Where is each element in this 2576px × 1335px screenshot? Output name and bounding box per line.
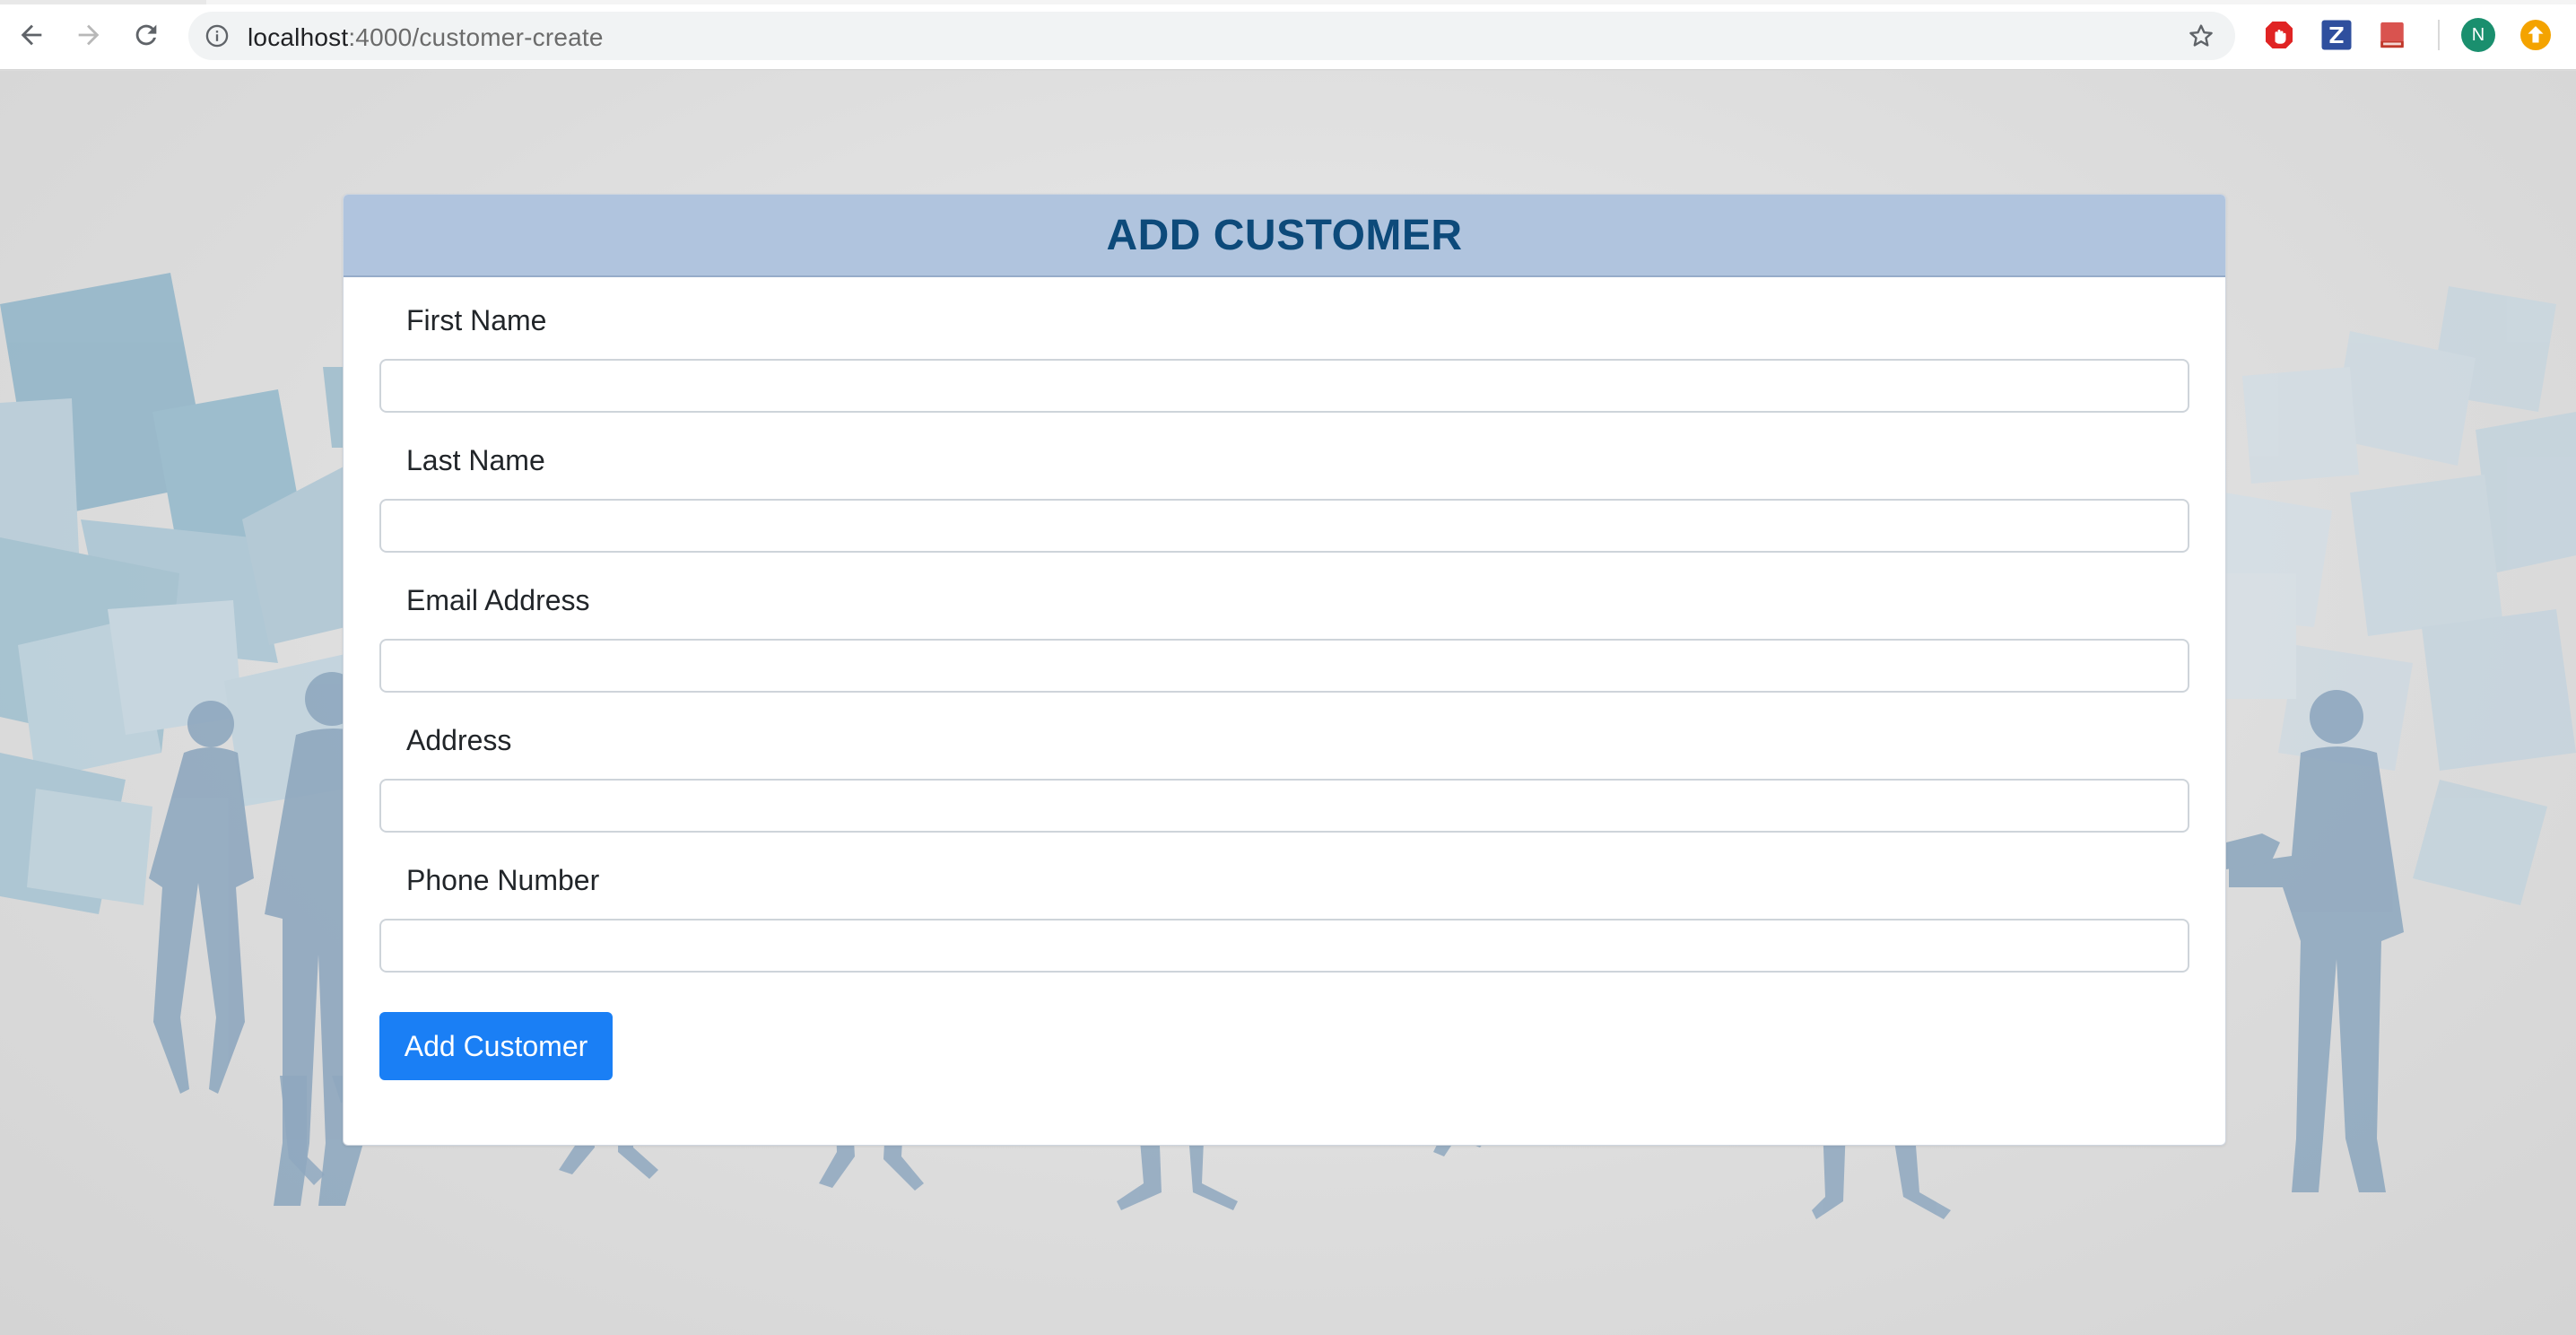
last-name-group: Last Name bbox=[379, 444, 2189, 553]
address-input[interactable] bbox=[379, 779, 2189, 833]
add-customer-card: ADD CUSTOMER First Name Last Name Email … bbox=[343, 194, 2226, 1146]
profile-initial: N bbox=[2471, 24, 2485, 45]
arrow-right-icon bbox=[78, 24, 100, 46]
add-customer-button[interactable]: Add Customer bbox=[379, 1012, 613, 1080]
last-name-input[interactable] bbox=[379, 499, 2189, 553]
page-background: ADD CUSTOMER First Name Last Name Email … bbox=[0, 71, 2576, 1335]
last-name-label: Last Name bbox=[406, 444, 545, 476]
z-letter-icon bbox=[2321, 20, 2352, 50]
card-header: ADD CUSTOMER bbox=[344, 195, 2225, 277]
phone-group: Phone Number bbox=[379, 864, 2189, 973]
toolbar-separator bbox=[2438, 20, 2440, 50]
hand-stop-icon bbox=[2266, 22, 2293, 48]
first-name-label: First Name bbox=[406, 304, 547, 336]
email-group: Email Address bbox=[379, 584, 2189, 693]
first-name-input[interactable] bbox=[379, 359, 2189, 413]
info-circle-icon[interactable] bbox=[205, 23, 230, 48]
star-outline-icon[interactable] bbox=[2187, 22, 2215, 50]
reload-button[interactable] bbox=[126, 14, 167, 56]
phone-label: Phone Number bbox=[406, 864, 600, 896]
arrow-left-icon bbox=[21, 24, 42, 46]
back-button[interactable] bbox=[11, 14, 52, 56]
url-text[interactable]: localhost:4000/customer-create bbox=[248, 23, 604, 52]
address-bar[interactable]: localhost:4000/customer-create bbox=[188, 12, 2235, 60]
extension-book[interactable] bbox=[2375, 18, 2409, 52]
extension-z[interactable] bbox=[2319, 18, 2354, 52]
book-icon bbox=[2380, 22, 2404, 48]
profile-button[interactable]: N bbox=[2461, 18, 2495, 52]
page-title: ADD CUSTOMER bbox=[1106, 211, 1463, 259]
extension-adblock[interactable] bbox=[2262, 18, 2296, 52]
browser-toolbar: localhost:4000/customer-create N bbox=[0, 0, 2576, 70]
address-group: Address bbox=[379, 724, 2189, 833]
url-host: localhost bbox=[248, 23, 349, 51]
phone-input[interactable] bbox=[379, 919, 2189, 973]
email-input[interactable] bbox=[379, 639, 2189, 693]
address-label: Address bbox=[406, 724, 512, 756]
loading-bar bbox=[0, 0, 2576, 4]
forward-button[interactable] bbox=[68, 14, 109, 56]
upload-arrow-icon bbox=[2520, 20, 2551, 50]
first-name-group: First Name bbox=[379, 304, 2189, 413]
reload-icon bbox=[135, 24, 157, 46]
email-label: Email Address bbox=[406, 584, 590, 616]
update-button[interactable] bbox=[2519, 18, 2553, 52]
url-path: :4000/customer-create bbox=[348, 23, 604, 51]
